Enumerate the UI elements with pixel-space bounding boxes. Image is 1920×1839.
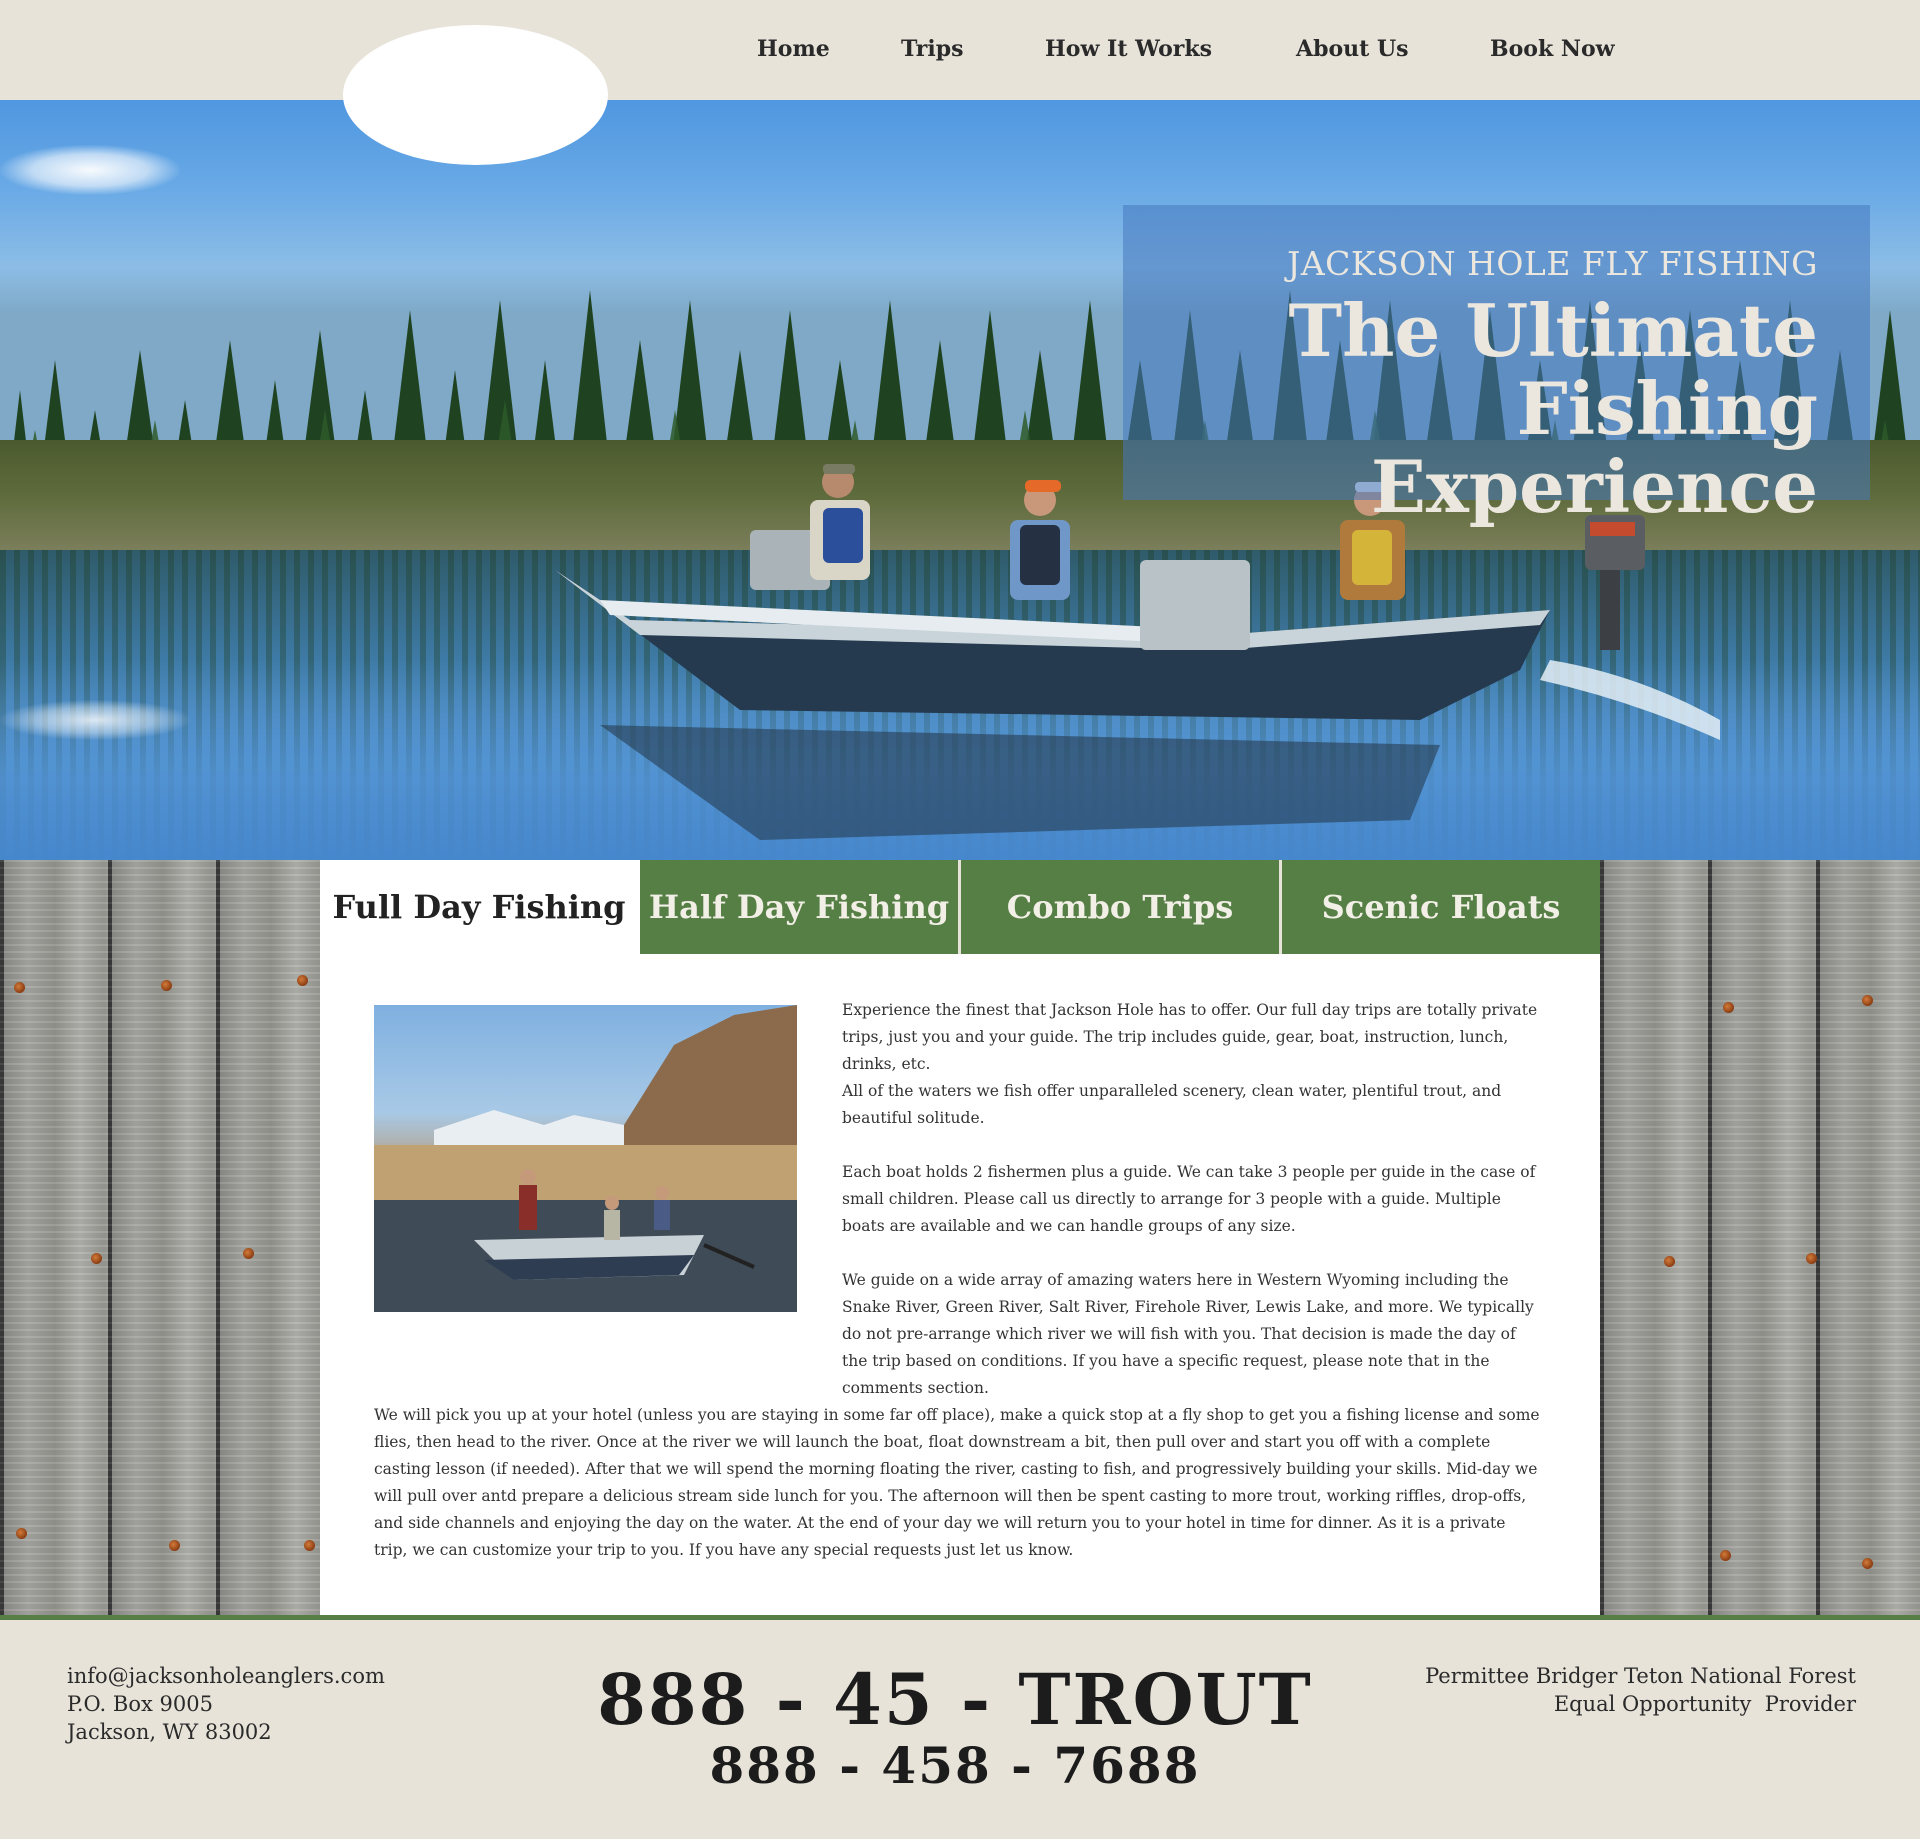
- trip-content-panel: Full Day Fishing Half Day Fishing Combo …: [320, 860, 1600, 1617]
- nail-icon: [1720, 1550, 1731, 1561]
- nav-book-now[interactable]: Book Now: [1490, 36, 1615, 62]
- nail-icon: [1862, 1558, 1873, 1569]
- tab-scenic-floats[interactable]: Scenic Floats: [1282, 860, 1600, 954]
- tab-half-day-fishing[interactable]: Half Day Fishing: [640, 860, 958, 954]
- nav-about-us[interactable]: About Us: [1296, 36, 1409, 62]
- nail-icon: [91, 1253, 102, 1264]
- trip-paragraph-1: Experience the finest that Jackson Hole …: [842, 1001, 1538, 1073]
- nav-trips[interactable]: Trips: [901, 36, 964, 62]
- hero-kicker: JACKSON HOLE FLY FISHING: [1287, 244, 1818, 283]
- trip-paragraph-5: We will pick you up at your hotel (unles…: [374, 1406, 1540, 1559]
- site-footer: info@jacksonholeanglers.com P.O. Box 900…: [0, 1620, 1920, 1839]
- nail-icon: [169, 1540, 180, 1551]
- trip-photo: [374, 1005, 797, 1312]
- footer-equal-opportunity: Equal Opportunity Provider: [1553, 1692, 1856, 1716]
- footer-phone-number[interactable]: 888 - 458 - 7688: [0, 1736, 1910, 1795]
- hero-title-line-1: The Ultimate: [1288, 288, 1818, 373]
- site-logo[interactable]: [343, 25, 608, 165]
- nail-icon: [1723, 1002, 1734, 1013]
- footer-legal: Permittee Bridger Teton National Forest …: [1425, 1662, 1856, 1718]
- wood-panel-right: [1600, 860, 1920, 1617]
- hero-cloud-reflection: [0, 700, 190, 740]
- footer-permittee: Permittee Bridger Teton National Forest: [1425, 1664, 1856, 1688]
- nail-icon: [304, 1540, 315, 1551]
- nav-home[interactable]: Home: [757, 36, 830, 62]
- tab-full-day-fishing[interactable]: Full Day Fishing: [320, 860, 638, 954]
- river-boat-photo: [374, 1005, 797, 1312]
- hero-title-line-2: Fishing Experience: [1370, 366, 1818, 529]
- nail-icon: [161, 980, 172, 991]
- nail-icon: [1806, 1253, 1817, 1264]
- trip-paragraph-4: We guide on a wide array of amazing wate…: [842, 1271, 1534, 1397]
- nail-icon: [14, 982, 25, 993]
- hero-cloud: [0, 145, 180, 195]
- nail-icon: [16, 1528, 27, 1539]
- tab-combo-trips[interactable]: Combo Trips: [961, 860, 1279, 954]
- nail-icon: [1664, 1256, 1675, 1267]
- footer-divider: [0, 1615, 1920, 1620]
- nail-icon: [1862, 995, 1873, 1006]
- trip-paragraph-2: All of the waters we fish offer unparall…: [842, 1082, 1502, 1127]
- hero-title: The Ultimate Fishing Experience: [1058, 292, 1818, 526]
- site-header: Home Trips How It Works About Us Book No…: [0, 0, 1920, 100]
- nav-how-it-works[interactable]: How It Works: [1045, 36, 1212, 62]
- wood-panel-left: [0, 860, 320, 1617]
- nail-icon: [297, 975, 308, 986]
- trip-paragraph-3: Each boat holds 2 fishermen plus a guide…: [842, 1163, 1536, 1235]
- nail-icon: [243, 1248, 254, 1259]
